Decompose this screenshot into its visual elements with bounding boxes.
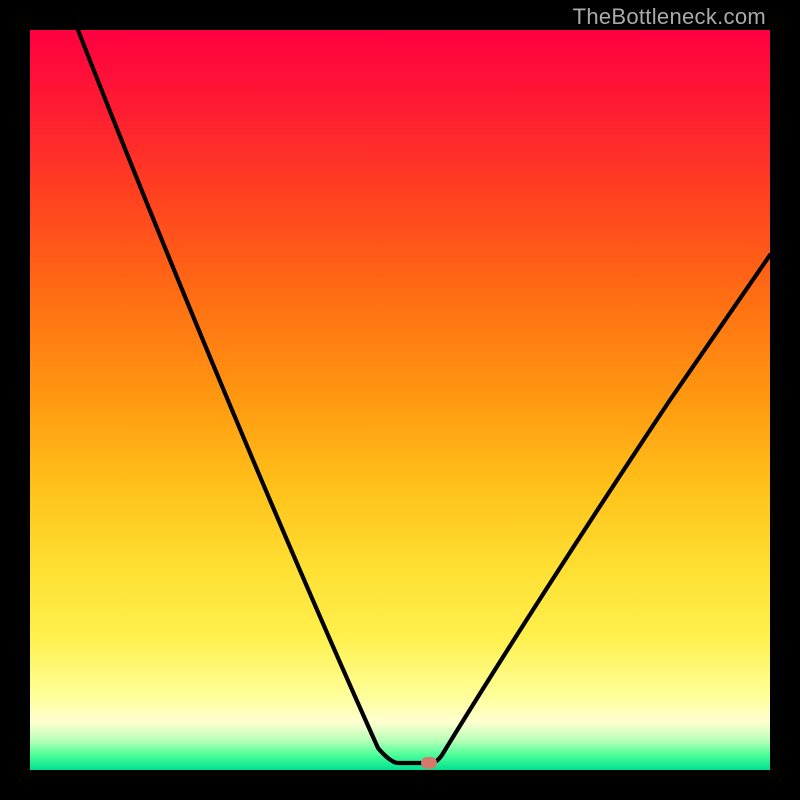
watermark-text: TheBottleneck.com <box>573 4 766 30</box>
chart-frame: TheBottleneck.com <box>0 0 800 800</box>
plot-area <box>30 30 770 770</box>
bottleneck-curve <box>30 30 770 770</box>
curve-path <box>78 30 770 763</box>
optimal-point-marker <box>421 757 437 769</box>
